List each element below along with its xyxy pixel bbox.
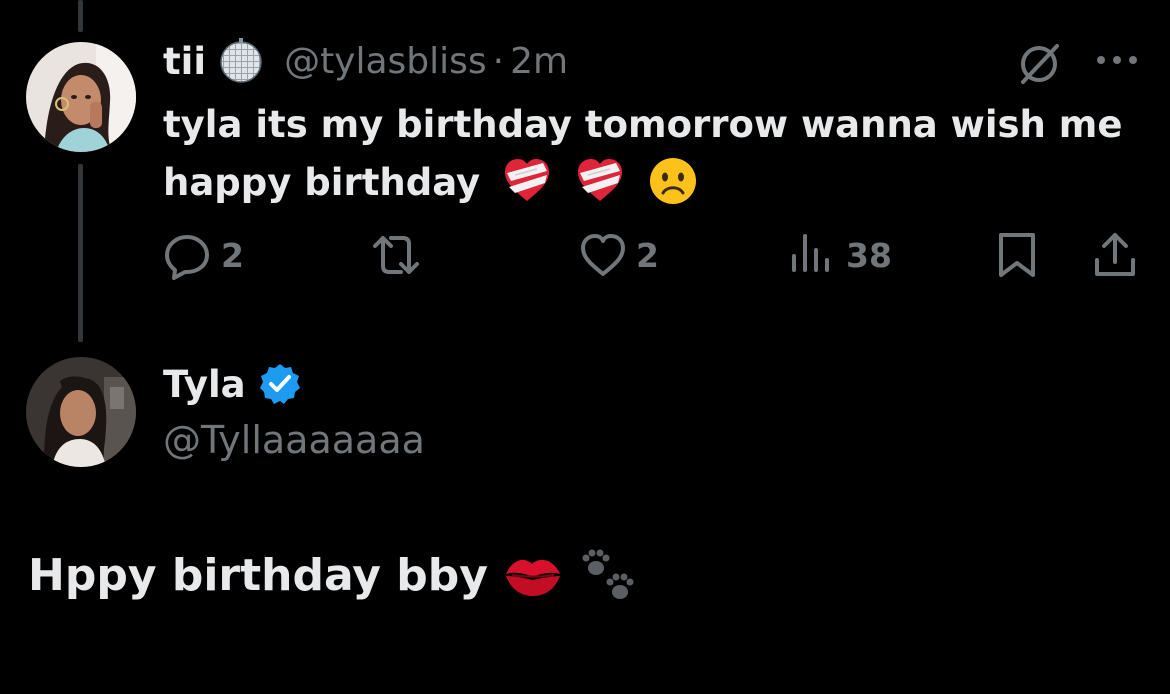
views-icon bbox=[788, 230, 838, 280]
tweet-header: tii @tylasbliss · 2m bbox=[163, 38, 568, 84]
reply-text: Hppy birthday bby bbox=[28, 544, 640, 606]
thread-line bbox=[78, 0, 83, 32]
disco-ball-emoji bbox=[218, 38, 264, 84]
reply-author-name[interactable]: Tyla bbox=[163, 363, 246, 406]
retweet-button[interactable] bbox=[371, 230, 429, 280]
like-button[interactable]: 2 bbox=[578, 230, 659, 280]
views-button[interactable]: 38 bbox=[788, 230, 892, 280]
thread-line bbox=[78, 164, 83, 342]
author-handle[interactable]: @tylasbliss bbox=[284, 41, 487, 82]
reply-handle-row: @Tyllaaaaaaa bbox=[163, 418, 425, 462]
reply-body: Hppy birthday bby bbox=[28, 549, 488, 601]
reply-icon bbox=[163, 230, 213, 280]
avatar[interactable] bbox=[26, 357, 136, 467]
reply-button[interactable]: 2 bbox=[163, 230, 244, 280]
bookmark-button[interactable] bbox=[992, 230, 1042, 280]
kiss-mark-emoji bbox=[502, 544, 564, 606]
author-name[interactable]: tii bbox=[163, 40, 206, 83]
verified-badge-icon bbox=[258, 362, 302, 406]
reply-author-handle[interactable]: @Tyllaaaaaaa bbox=[163, 418, 425, 462]
like-count: 2 bbox=[636, 235, 659, 275]
view-count: 38 bbox=[846, 235, 892, 275]
heart-with-bandage-emoji bbox=[501, 155, 553, 207]
frowning-face-emoji bbox=[647, 155, 699, 207]
tweet-text: tyla its my birthday tomorrow wanna wish… bbox=[163, 96, 1123, 212]
avatar[interactable] bbox=[26, 42, 136, 152]
separator: · bbox=[492, 40, 505, 82]
grok-icon[interactable] bbox=[1015, 40, 1063, 88]
bookmark-icon bbox=[992, 230, 1042, 280]
reply-count: 2 bbox=[221, 235, 244, 275]
share-icon bbox=[1090, 230, 1140, 280]
more-options-icon[interactable] bbox=[1094, 52, 1140, 68]
heart-with-bandage-emoji bbox=[574, 155, 626, 207]
paw-prints-emoji bbox=[578, 544, 640, 606]
timestamp[interactable]: 2m bbox=[510, 41, 568, 82]
reply-author-row: Tyla bbox=[163, 362, 302, 406]
share-button[interactable] bbox=[1090, 230, 1140, 280]
tweet-body: tyla its my birthday tomorrow wanna wish… bbox=[163, 103, 1123, 204]
retweet-icon bbox=[371, 230, 421, 280]
heart-icon bbox=[578, 230, 628, 280]
